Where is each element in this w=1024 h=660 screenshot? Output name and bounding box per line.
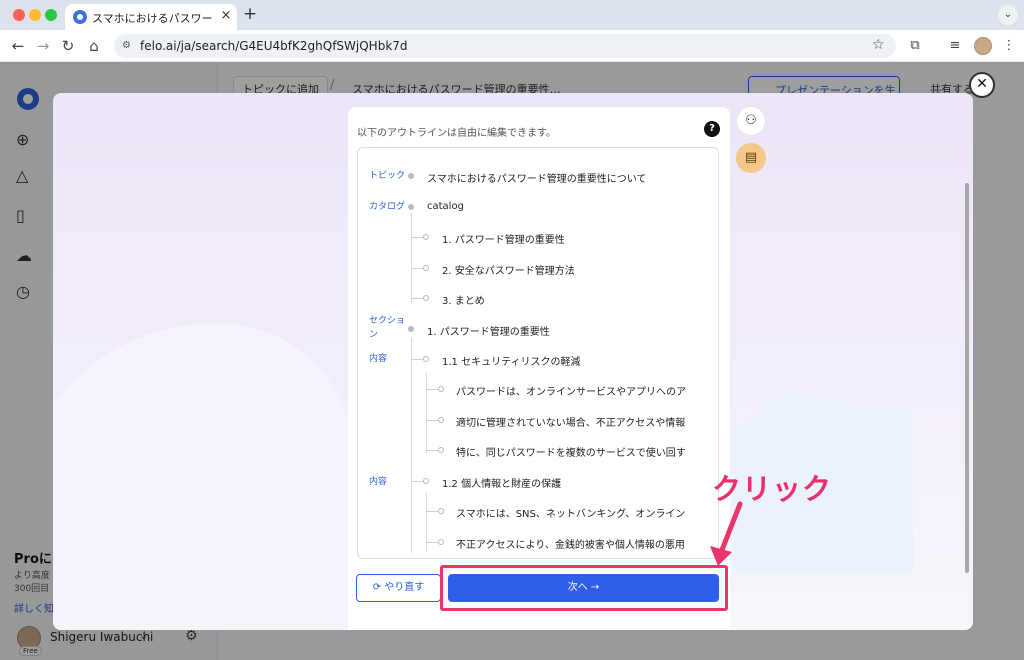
redo-button[interactable]: ⟳ やり直す <box>356 574 441 602</box>
outline-node-ring <box>438 386 444 392</box>
tag-topic: トピック <box>369 171 406 181</box>
address-bar[interactable]: ⚙ felo.ai/ja/search/G4EU4bfK2ghQfSWjQHbk… <box>114 34 896 58</box>
site-settings-icon[interactable]: ⚙ <box>122 40 134 52</box>
outline-node-dot <box>408 173 414 179</box>
modal-close-icon[interactable]: ✕ <box>969 72 995 98</box>
tag-content: 内容 <box>369 354 388 364</box>
outline-node-dot <box>408 326 414 332</box>
outline-node-dot <box>408 204 414 210</box>
browser-toolbar: ← → ↻ ⌂ ⚙ felo.ai/ja/search/G4EU4bfK2ghQ… <box>0 30 1024 62</box>
profile-avatar[interactable] <box>974 37 992 55</box>
tree-branch <box>411 237 423 238</box>
window-close-icon[interactable] <box>13 9 25 21</box>
window-zoom-icon[interactable] <box>45 9 57 21</box>
browser-menu-icon[interactable]: ⋮ <box>1000 37 1018 55</box>
tree-branch <box>411 359 423 360</box>
content-title[interactable]: 1.2 個人情報と財産の保護 <box>442 475 561 490</box>
felo-favicon-icon <box>73 10 87 24</box>
outline-node-ring <box>423 234 429 240</box>
tab-close-icon[interactable]: × <box>218 8 234 24</box>
content-item[interactable]: 特に、同じパスワードを複数のサービスで使い回す <box>456 444 686 459</box>
outline-node-ring <box>438 508 444 514</box>
annotation-arrow-icon <box>710 501 743 566</box>
tree-line <box>426 493 427 553</box>
content-item[interactable]: スマホには、SNS、ネットバンキング、オンライン <box>456 505 686 520</box>
redo-label: やり直す <box>384 582 425 593</box>
tree-branch <box>426 542 438 543</box>
outline-editor[interactable]: トピック スマホにおけるパスワード管理の重要性について カタログ catalog… <box>357 147 719 559</box>
home-icon[interactable]: ⌂ <box>84 36 104 56</box>
window-minimize-icon[interactable] <box>29 9 41 21</box>
outline-section[interactable]: 1. パスワード管理の重要性 <box>427 323 550 338</box>
outline-node-ring <box>423 265 429 271</box>
tree-branch <box>426 420 438 421</box>
tree-branch <box>426 450 438 451</box>
tree-line <box>411 338 412 553</box>
content-item[interactable]: 不正アクセスにより、金銭的被害や個人情報の悪用 <box>456 536 686 551</box>
tab-search-chevron-icon[interactable]: ⌄ <box>998 5 1018 25</box>
back-arrow-icon[interactable]: ← <box>8 36 28 56</box>
bookmark-star-icon[interactable]: ☆ <box>872 37 885 53</box>
mindmap-shapes-icon[interactable]: ⚇ <box>736 106 766 136</box>
tree-branch <box>411 268 423 269</box>
outline-catalog[interactable]: catalog <box>427 201 464 212</box>
catalog-item[interactable]: 3. まとめ <box>442 292 485 307</box>
outline-node-ring <box>438 417 444 423</box>
url-text: felo.ai/ja/search/G4EU4bfK2ghQfSWjQHbk7d <box>140 39 408 53</box>
tree-branch <box>426 389 438 390</box>
tree-line <box>411 213 412 303</box>
tree-branch <box>411 481 423 482</box>
media-controls-icon[interactable]: ≡ <box>946 37 964 55</box>
forward-arrow-icon[interactable]: → <box>33 36 53 56</box>
decorative-shape <box>53 323 353 630</box>
help-question-icon[interactable]: ? <box>704 121 720 137</box>
tag-catalog: カタログ <box>369 202 406 212</box>
browser-tab-strip: スマホにおけるパスワード管理の × + ⌄ <box>0 0 1024 30</box>
content-title[interactable]: 1.1 セキュリティリスクの軽減 <box>442 353 580 368</box>
outline-topic[interactable]: スマホにおけるパスワード管理の重要性について <box>427 170 707 185</box>
outline-node-ring <box>423 295 429 301</box>
outline-node-ring <box>423 356 429 362</box>
outline-hint: 以下のアウトラインは自由に編集できます。 <box>357 128 556 139</box>
tab-title: スマホにおけるパスワード管理の <box>92 12 216 25</box>
tree-branch <box>426 511 438 512</box>
outline-node-ring <box>438 447 444 453</box>
tag-section: セクション <box>369 316 406 340</box>
content-item[interactable]: パスワードは、オンラインサービスやアプリへのア <box>456 383 686 398</box>
catalog-item[interactable]: 2. 安全なパスワード管理方法 <box>442 262 575 277</box>
outline-node-ring <box>438 539 444 545</box>
outline-node-ring <box>423 478 429 484</box>
tag-content: 内容 <box>369 477 388 487</box>
tree-line <box>426 373 427 453</box>
annotation-highlight-box <box>440 565 728 611</box>
modal-scrollbar[interactable] <box>965 183 969 573</box>
reload-icon[interactable]: ↻ <box>58 36 78 56</box>
catalog-item[interactable]: 1. パスワード管理の重要性 <box>442 231 565 246</box>
outline-document-icon[interactable]: ▤ <box>736 143 766 173</box>
refresh-icon: ⟳ <box>372 582 385 593</box>
browser-tab[interactable]: スマホにおけるパスワード管理の × <box>65 4 237 30</box>
extensions-puzzle-icon[interactable]: ⧉ <box>906 37 924 55</box>
content-item[interactable]: 適切に管理されていない場合、不正アクセスや情報 <box>456 414 686 429</box>
tree-branch <box>411 298 423 299</box>
new-tab-plus-icon[interactable]: + <box>241 5 259 23</box>
